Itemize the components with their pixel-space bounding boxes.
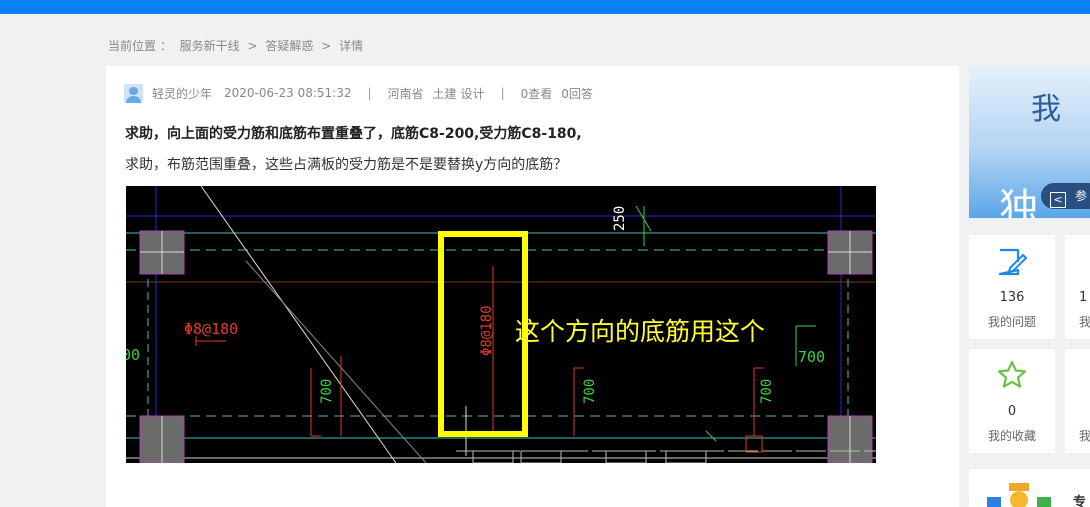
my-questions-label: 我的问题: [987, 315, 1036, 329]
banner-text-1: 我: [1031, 92, 1061, 127]
my-favorites-card[interactable]: 0 我的收藏: [969, 349, 1055, 453]
meta-separator: |: [500, 86, 505, 100]
banner-text-2: 独: [999, 186, 1039, 218]
breadcrumb-link-qa[interactable]: 答疑解惑: [265, 39, 313, 53]
type-tag: 设计: [460, 86, 485, 101]
top-bar: [0, 0, 1090, 14]
stat-card-clipped[interactable]: 我: [1065, 349, 1090, 453]
image-annotation: 这个方向的底筋用这个: [515, 317, 766, 346]
expert-card[interactable]: 专: [969, 469, 1090, 507]
answer-count: 0回答: [561, 86, 593, 101]
cad-label-top-dim: 250: [612, 206, 628, 231]
my-questions-count: 136: [999, 290, 1025, 305]
avatar[interactable]: [124, 83, 143, 103]
expert-title: 专: [1073, 495, 1087, 507]
cad-label-dim-700: 700: [759, 379, 775, 404]
question-card: 轻灵的少年 2020-06-23 08:51:32 | 河南省 土建 设计 | …: [106, 66, 959, 507]
promo-banner[interactable]: 我 独 参 <: [969, 66, 1090, 218]
cad-screenshot[interactable]: 250 Φ8@180 Φ8@180 700 700 700 700 00 这个方…: [126, 186, 876, 463]
question-meta: 轻灵的少年 2020-06-23 08:51:32 | 河南省 土建 设计 | …: [124, 83, 593, 103]
my-questions-card[interactable]: 136 我的问题: [969, 235, 1055, 339]
breadcrumb-current: 详情: [339, 39, 364, 53]
breadcrumb-separator: >: [321, 39, 332, 53]
my-favorites-label: 我的收藏: [987, 429, 1036, 443]
breadcrumb-prefix: 当前位置 ：: [108, 39, 172, 53]
cad-label-dim-700: 700: [319, 379, 335, 404]
medal-icon: [987, 483, 1051, 507]
question-body: 求助，布筋范围重叠，这些占满板的受力筋是不是要替换y方向的底筋？: [125, 157, 568, 173]
breadcrumb-separator: >: [247, 39, 258, 53]
author-name[interactable]: 轻灵的少年: [152, 85, 212, 102]
edit-icon: [998, 248, 1027, 276]
meta-separator: |: [367, 86, 372, 100]
post-datetime: 2020-06-23 08:51:32: [224, 86, 352, 100]
view-count: 0查看: [520, 86, 553, 101]
stat-count: 1: [1079, 290, 1088, 305]
cad-label-dim-700: 700: [582, 379, 598, 404]
question-title: 求助，向上面的受力筋和底筋布置重叠了，底筋C8-200,受力筋C8-180,: [125, 126, 582, 142]
stat-card-clipped[interactable]: 1 我: [1065, 235, 1090, 339]
region-tag: 河南省: [387, 86, 424, 101]
stat-label: 我: [1079, 315, 1090, 329]
stat-label: 我: [1079, 429, 1090, 443]
major-tag: 土建: [432, 86, 457, 101]
my-favorites-count: 0: [1007, 404, 1017, 419]
star-icon: [997, 360, 1027, 388]
chevron-left-icon[interactable]: <: [1050, 192, 1066, 208]
cad-label-rebar-center: Φ8@180: [479, 305, 495, 356]
cad-label-edge: 00: [126, 346, 140, 364]
breadcrumb-link-service[interactable]: 服务新干线: [180, 39, 240, 53]
cad-label-dim-700: 700: [798, 348, 825, 366]
cad-label-rebar-left: Φ8@180: [184, 320, 238, 338]
breadcrumb: 当前位置 ： 服务新干线 > 答疑解惑 > 详情: [108, 37, 367, 54]
